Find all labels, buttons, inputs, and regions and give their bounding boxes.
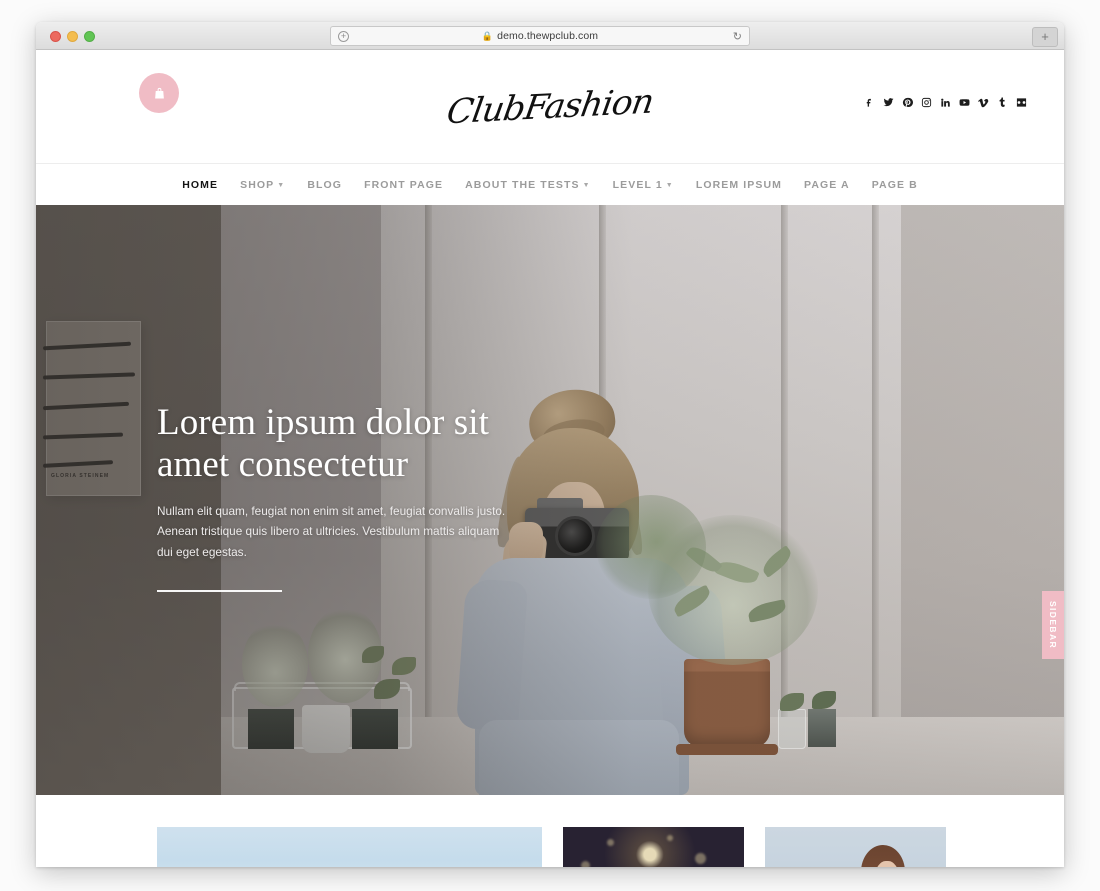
hero-title: Lorem ipsum dolor sit amet consectetur [157, 402, 489, 485]
card-sky[interactable] [157, 827, 542, 867]
nav-item-label: LOREM IPSUM [695, 178, 782, 191]
reload-icon[interactable]: ↻ [733, 30, 742, 43]
nav-item-label: BLOG [307, 178, 343, 191]
sidebar-tab-label: SIDEBAR [1048, 600, 1058, 650]
url-text: demo.thewpclub.com [497, 30, 599, 42]
nav-item-label: FRONT PAGE [364, 178, 444, 191]
cart-button[interactable] [139, 73, 179, 113]
hero-content: Lorem ipsum dolor sit amet consectetur N… [157, 402, 507, 592]
nav-item-page-b[interactable]: PAGE B [861, 179, 929, 191]
nav-item-label: ABOUT THE TESTS [465, 178, 580, 191]
nav-item-label: HOME [182, 178, 219, 191]
nav-item-label: SHOP [240, 178, 275, 191]
chevron-down-icon: ▼ [582, 182, 591, 189]
tumblr-icon[interactable] [997, 97, 1008, 108]
url-text-container: 🔒 demo.thewpclub.com [331, 30, 749, 42]
shopping-bag-icon [154, 87, 164, 98]
nav-item-shop[interactable]: SHOP ▼ [229, 179, 296, 191]
vimeo-icon[interactable] [978, 97, 989, 108]
pinterest-icon[interactable] [902, 97, 913, 108]
site-logo[interactable]: ClubFashion [444, 81, 656, 132]
browser-window: + 🔒 demo.thewpclub.com ↻ + ClubFashion H… [36, 22, 1064, 867]
hero-description: Nullam elit quam, feugiat non enim sit a… [157, 503, 506, 559]
url-bar[interactable]: + 🔒 demo.thewpclub.com ↻ [330, 26, 750, 46]
main-navigation: HOME SHOP ▼ BLOG FRONT PAGE ABOUT THE TE… [36, 164, 1064, 205]
facebook-icon[interactable] [864, 97, 875, 108]
sidebar-toggle-tab[interactable]: SIDEBAR [1042, 591, 1064, 659]
nav-item-front-page[interactable]: FRONT PAGE [353, 179, 454, 191]
chevron-down-icon: ▼ [277, 182, 286, 189]
hero-divider [157, 589, 282, 592]
cards-row [157, 827, 946, 867]
twitter-icon[interactable] [883, 97, 894, 108]
nav-item-level-1[interactable]: LEVEL 1 ▼ [602, 179, 685, 191]
linkedin-icon[interactable] [940, 97, 951, 108]
youtube-icon[interactable] [959, 97, 970, 108]
nav-item-home[interactable]: HOME [171, 179, 229, 191]
nav-item-lorem-ipsum[interactable]: LOREM IPSUM [685, 179, 793, 191]
lock-icon: 🔒 [481, 30, 494, 41]
nav-item-label: PAGE B [871, 178, 918, 191]
browser-titlebar: + 🔒 demo.thewpclub.com ↻ + [36, 22, 1064, 50]
cards-section [36, 795, 1064, 867]
chevron-down-icon: ▼ [665, 182, 674, 189]
site-header: ClubFashion [36, 50, 1064, 164]
new-tab-button[interactable]: + [1032, 27, 1058, 47]
window-close-button[interactable] [50, 31, 61, 42]
plus-circle-icon[interactable]: + [338, 30, 349, 42]
social-links [864, 97, 1027, 108]
page-viewport: ClubFashion HOME SHOP ▼ BLOG FRONT PAGE … [36, 50, 1064, 867]
nav-item-page-a[interactable]: PAGE A [793, 179, 861, 191]
instagram-icon[interactable] [921, 97, 932, 108]
hero-section: GLORIA STEINEM [36, 205, 1064, 795]
card-portrait[interactable] [765, 827, 946, 867]
nav-item-label: PAGE A [804, 178, 850, 191]
card-night[interactable] [563, 827, 744, 867]
nav-item-blog[interactable]: BLOG [296, 179, 353, 191]
flickr-icon[interactable] [1016, 97, 1027, 108]
nav-item-about-the-tests[interactable]: ABOUT THE TESTS ▼ [454, 179, 602, 191]
window-minimize-button[interactable] [67, 31, 78, 42]
nav-item-label: LEVEL 1 [612, 178, 663, 191]
window-maximize-button[interactable] [84, 31, 95, 42]
